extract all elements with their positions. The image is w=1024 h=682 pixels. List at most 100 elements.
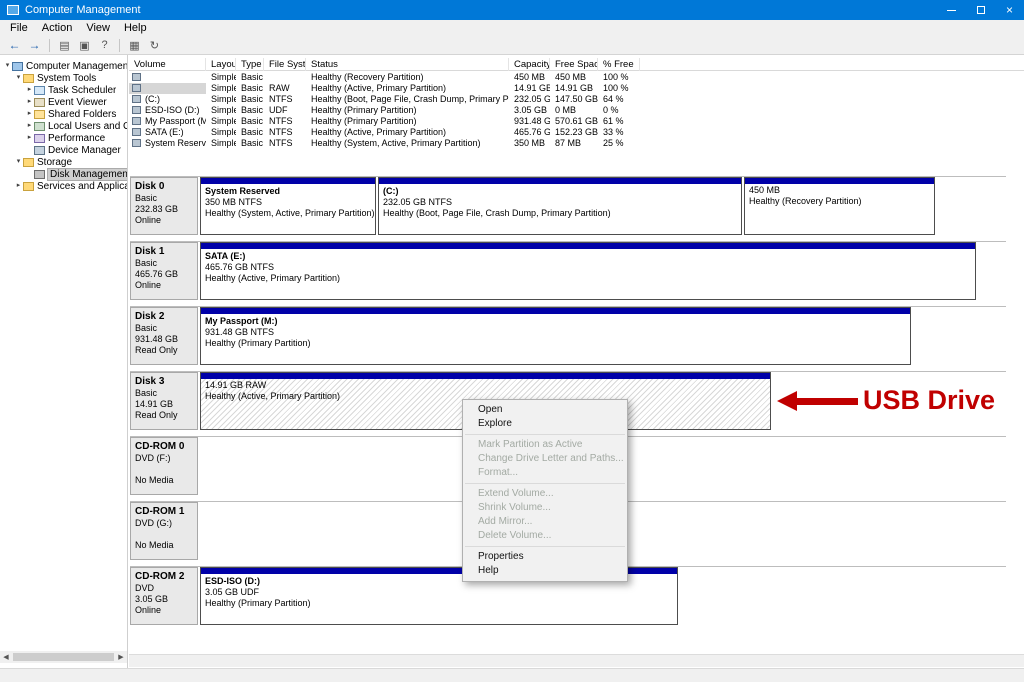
volume-row[interactable]: (C:) Simple Basic NTFS Healthy (Boot, Pa… xyxy=(129,94,1024,105)
close-button[interactable]: × xyxy=(995,0,1024,20)
header-type[interactable]: Type xyxy=(236,58,264,71)
disk1-label[interactable]: Disk 1 Basic 465.76 GB Online xyxy=(130,242,198,300)
cell-capacity: 14.91 GB xyxy=(509,83,550,94)
console-tree-icon[interactable]: ▤ xyxy=(55,37,74,53)
app-icon xyxy=(7,5,19,15)
cell-layout: Simple xyxy=(206,105,236,116)
tree-item-disk-management[interactable]: Disk Management xyxy=(0,168,128,180)
tree-item-event-viewer[interactable]: ▸ Event Viewer xyxy=(0,96,128,108)
cell-free-space: 450 MB xyxy=(550,72,598,83)
context-menu-separator xyxy=(465,434,625,435)
back-icon[interactable]: ← xyxy=(5,37,24,53)
context-menu-item-properties[interactable]: Properties xyxy=(463,550,627,564)
cell-type: Basic xyxy=(236,138,264,149)
refresh-icon[interactable]: ↻ xyxy=(145,37,164,53)
cell-free-space: 152.23 GB xyxy=(550,127,598,138)
window-title: Computer Management xyxy=(25,4,141,16)
context-menu-item-help[interactable]: Help xyxy=(463,564,627,578)
cell-status: Healthy (Boot, Page File, Crash Dump, Pr… xyxy=(306,94,509,105)
main-horizontal-scrollbar[interactable] xyxy=(129,654,1024,667)
cdrom0-label[interactable]: CD-ROM 0 DVD (F:) No Media xyxy=(130,437,198,495)
tree-item-computer-management[interactable]: ▾ Computer Management (Local xyxy=(0,60,128,72)
disk-row-disk2: Disk 2 Basic 931.48 GB Read Only My Pass… xyxy=(130,306,1006,364)
header-status[interactable]: Status xyxy=(306,58,509,71)
header-layout[interactable]: Layout xyxy=(206,58,236,71)
context-menu-item-explore[interactable]: Explore xyxy=(463,417,627,431)
partition-sata-e[interactable]: SATA (E:) 465.76 GB NTFS Healthy (Active… xyxy=(200,242,976,300)
expander-icon[interactable]: ▾ xyxy=(14,156,23,168)
scrollbar-thumb[interactable] xyxy=(13,653,114,661)
disk0-label[interactable]: Disk 0 Basic 232.83 GB Online xyxy=(130,177,198,235)
cdrom2-label[interactable]: CD-ROM 2 DVD 3.05 GB Online xyxy=(130,567,198,625)
partition-my-passport-m[interactable]: My Passport (M:) 931.48 GB NTFS Healthy … xyxy=(200,307,911,365)
menu-help[interactable]: Help xyxy=(117,22,154,34)
tree-item-performance[interactable]: ▸ Performance xyxy=(0,132,128,144)
tree-item-system-tools[interactable]: ▾ System Tools xyxy=(0,72,128,84)
cdrom1-label[interactable]: CD-ROM 1 DVD (G:) No Media xyxy=(130,502,198,560)
volume-icon xyxy=(132,95,141,103)
scroll-right-icon[interactable]: ▶ xyxy=(115,653,127,661)
close-icon: × xyxy=(1006,3,1013,17)
tree-item-local-users-and-groups[interactable]: ▸ Local Users and Groups xyxy=(0,120,128,132)
cell-status: Healthy (System, Active, Primary Partiti… xyxy=(306,138,509,149)
tree-item-storage[interactable]: ▾ Storage xyxy=(0,156,128,168)
cell-layout: Simple xyxy=(206,72,236,83)
expander-icon[interactable]: ▸ xyxy=(25,132,34,144)
disk3-label[interactable]: Disk 3 Basic 14.91 GB Read Only xyxy=(130,372,198,430)
cell-capacity: 232.05 GB xyxy=(509,94,550,105)
disk-management-icon xyxy=(34,170,45,179)
tree-item-device-manager[interactable]: Device Manager xyxy=(0,144,128,156)
context-menu-item-open[interactable]: Open xyxy=(463,403,627,417)
context-menu-item-extend-volume: Extend Volume... xyxy=(463,487,627,501)
annotation-arrow-icon xyxy=(777,391,797,411)
disk2-label[interactable]: Disk 2 Basic 931.48 GB Read Only xyxy=(130,307,198,365)
maximize-button[interactable] xyxy=(966,0,995,20)
expander-icon[interactable]: ▸ xyxy=(14,180,23,192)
expander-icon[interactable]: ▾ xyxy=(14,72,23,84)
cell-percent-free: 100 % xyxy=(598,83,640,94)
help-icon[interactable]: ? xyxy=(95,37,114,53)
tree-item-task-scheduler[interactable]: ▸ Task Scheduler xyxy=(0,84,128,96)
expander-icon[interactable]: ▸ xyxy=(25,120,34,132)
volume-row[interactable]: My Passport (M:) Simple Basic NTFS Healt… xyxy=(129,116,1024,127)
context-menu-item-format: Format... xyxy=(463,466,627,480)
volume-row[interactable]: Simple Basic Healthy (Recovery Partition… xyxy=(129,72,1024,83)
menu-file[interactable]: File xyxy=(3,22,35,34)
cell-status: Healthy (Recovery Partition) xyxy=(306,72,509,83)
partition-recovery[interactable]: 450 MB Healthy (Recovery Partition) xyxy=(744,177,935,235)
expander-icon[interactable]: ▸ xyxy=(25,84,34,96)
tree-item-services-and-applications[interactable]: ▸ Services and Applications xyxy=(0,180,128,192)
tree-item-shared-folders[interactable]: ▸ Shared Folders xyxy=(0,108,128,120)
menu-action[interactable]: Action xyxy=(35,22,80,34)
cell-free-space: 87 MB xyxy=(550,138,598,149)
volume-row-selected[interactable]: Simple Basic RAW Healthy (Active, Primar… xyxy=(129,83,1024,94)
volume-icon xyxy=(132,106,141,114)
cell-percent-free: 0 % xyxy=(598,105,640,116)
header-capacity[interactable]: Capacity xyxy=(509,58,550,71)
header-file-system[interactable]: File System xyxy=(264,58,306,71)
minimize-button[interactable] xyxy=(937,0,966,20)
expander-icon[interactable]: ▾ xyxy=(3,60,12,72)
disk-row-disk1: Disk 1 Basic 465.76 GB Online SATA (E:) … xyxy=(130,241,1006,299)
volume-row[interactable]: System Reserved Simple Basic NTFS Health… xyxy=(129,138,1024,149)
header-free-space[interactable]: Free Space xyxy=(550,58,598,71)
partition-c-drive[interactable]: (C:) 232.05 GB NTFS Healthy (Boot, Page … xyxy=(378,177,742,235)
cell-file-system xyxy=(264,72,306,83)
scroll-left-icon[interactable]: ◀ xyxy=(0,653,12,661)
menu-view[interactable]: View xyxy=(79,22,117,34)
sidebar-horizontal-scrollbar[interactable]: ◀ ▶ xyxy=(0,651,127,663)
header-percent-free[interactable]: % Free xyxy=(598,58,640,71)
partition-system-reserved[interactable]: System Reserved 350 MB NTFS Healthy (Sys… xyxy=(200,177,376,235)
properties-icon[interactable]: ▣ xyxy=(75,37,94,53)
header-volume[interactable]: Volume xyxy=(129,58,206,71)
expander-icon[interactable]: ▸ xyxy=(25,96,34,108)
expander-icon[interactable]: ▸ xyxy=(25,108,34,120)
annotation-label: USB Drive xyxy=(863,385,995,416)
forward-icon[interactable]: → xyxy=(25,37,44,53)
volume-row[interactable]: SATA (E:) Simple Basic NTFS Healthy (Act… xyxy=(129,127,1024,138)
cell-percent-free: 100 % xyxy=(598,72,640,83)
volume-row[interactable]: ESD-ISO (D:) Simple Basic UDF Healthy (P… xyxy=(129,105,1024,116)
cell-capacity: 450 MB xyxy=(509,72,550,83)
export-list-icon[interactable]: ▦ xyxy=(125,37,144,53)
cell-capacity: 350 MB xyxy=(509,138,550,149)
